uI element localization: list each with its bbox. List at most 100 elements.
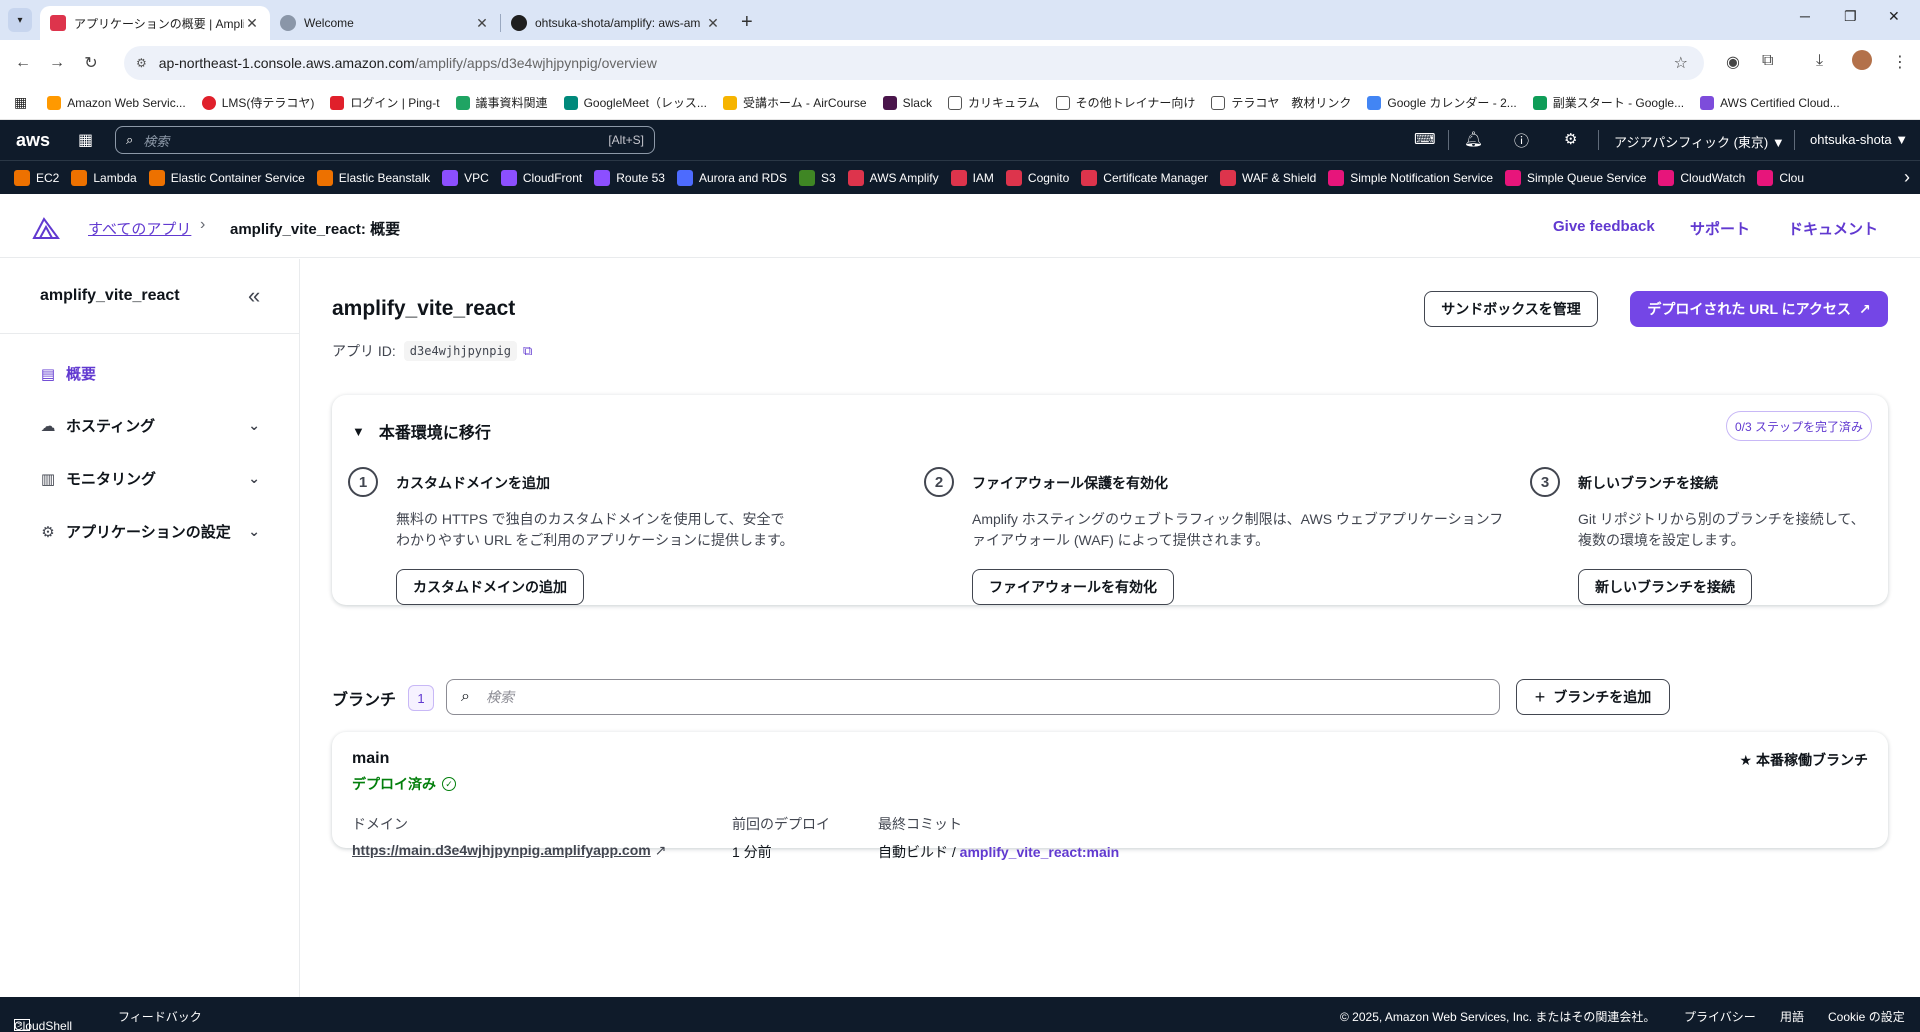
close-icon[interactable]: ✕ (244, 15, 260, 32)
aws-search-input[interactable]: ⌕ 検索 [Alt+S] (115, 126, 655, 154)
service-label: Clou (1779, 170, 1804, 185)
branch-search-input[interactable]: ⌕ 検索 (446, 679, 1500, 715)
minimize-icon[interactable]: ─ (1800, 8, 1810, 24)
browser-tab[interactable]: Welcome ✕ (270, 6, 500, 40)
bookmark-item[interactable]: Slack (882, 95, 932, 110)
breadcrumb-all-apps[interactable]: すべてのアプリ (88, 218, 191, 239)
visit-deployed-url-button[interactable]: デプロイされた URL にアクセス ↗ (1630, 291, 1888, 327)
close-icon[interactable]: ✕ (474, 15, 490, 32)
bookmark-folder[interactable]: カリキュラム (947, 94, 1040, 111)
last-commit-column: 最終コミット 自動ビルド / amplify_vite_react:main (878, 814, 1119, 862)
add-branch-button[interactable]: + ブランチを追加 (1516, 679, 1670, 715)
bookmark-item[interactable]: 副業スタート - Google... (1532, 94, 1684, 111)
bookmark-folder[interactable]: テラコヤ 教材リンク (1211, 94, 1351, 111)
give-feedback-link[interactable]: Give feedback (1553, 218, 1655, 235)
bookmark-star-icon[interactable]: ☆ (1674, 53, 1688, 73)
sidebar-item-app-settings[interactable]: ⚙ アプリケーションの設定 ⌄ (40, 521, 260, 542)
bookmark-item[interactable]: ログイン | Ping-t (330, 94, 440, 111)
screenshot-icon[interactable]: ◉ (1726, 52, 1740, 72)
bookmark-item[interactable]: 議事資料関連 (455, 94, 548, 111)
more-icon[interactable]: ⋮ (1892, 52, 1908, 72)
production-section-toggle[interactable]: ▼ 本番環境に移行 (352, 419, 491, 443)
restore-icon[interactable]: ❐ (1844, 8, 1857, 25)
address-bar[interactable]: ⚙ ap-northeast-1.console.aws.amazon.com/… (124, 46, 1704, 80)
enable-firewall-button[interactable]: ファイアウォールを有効化 (972, 569, 1174, 605)
browser-tab[interactable]: ohtsuka-shota/amplify: aws-am ✕ (501, 6, 731, 40)
new-tab-icon[interactable]: + (741, 11, 753, 34)
help-icon[interactable]: ⓘ (1514, 130, 1529, 151)
chevron-right-icon: › (200, 216, 206, 233)
bookmark-item[interactable]: Amazon Web Servic... (47, 95, 186, 110)
service-shortcut[interactable]: Lambda (71, 169, 137, 186)
service-shortcut[interactable]: Aurora and RDS (676, 169, 787, 186)
sidebar-item-overview[interactable]: ▤ 概要 (40, 363, 260, 384)
folder-icon (947, 95, 962, 110)
bookmark-item[interactable]: LMS(侍テラコヤ) (201, 94, 314, 111)
service-shortcut[interactable]: Cognito (1005, 169, 1069, 186)
service-shortcut[interactable]: Elastic Container Service (148, 169, 305, 186)
bookmark-item[interactable]: AWS Certified Cloud... (1700, 95, 1840, 110)
service-shortcut[interactable]: AWS Amplify (847, 169, 939, 186)
service-shortcut[interactable]: VPC (442, 169, 489, 186)
domain-link[interactable]: https://main.d3e4wjhjpynpig.amplifyapp.c… (352, 842, 651, 858)
scroll-right-icon[interactable]: › (1904, 167, 1910, 188)
cookie-settings-link[interactable]: Cookie の設定 (1828, 1008, 1905, 1025)
aws-logo[interactable]: aws (16, 130, 56, 151)
site-info-icon[interactable]: ⚙ (136, 56, 147, 70)
sidebar-item-hosting[interactable]: ☁︎ ホスティング ⌄ (40, 415, 261, 436)
copy-icon[interactable]: ⧉ (523, 343, 532, 359)
service-shortcut[interactable]: WAF & Shield (1220, 169, 1316, 186)
reload-icon[interactable]: ↻ (74, 53, 108, 73)
browser-tab-active[interactable]: アプリケーションの概要 | Amplify | a ✕ (40, 6, 270, 40)
download-icon[interactable]: ⤓ (1816, 52, 1823, 70)
amplify-logo-icon[interactable] (32, 216, 60, 240)
step-description: 無料の HTTPS で独自のカスタムドメインを使用して、安全でわかりやすい UR… (396, 511, 794, 548)
forward-icon[interactable]: → (40, 54, 74, 72)
back-icon[interactable]: ← (6, 54, 40, 72)
tab-search-button[interactable]: ▾ (8, 8, 32, 32)
support-link[interactable]: サポート (1690, 218, 1750, 239)
gear-icon[interactable]: ⚙ (1564, 130, 1577, 148)
service-shortcut[interactable]: Elastic Beanstalk (316, 169, 430, 186)
bookmark-item[interactable]: GoogleMeet（レッス... (563, 94, 707, 111)
collapse-sidebar-icon[interactable]: « (248, 283, 260, 309)
feedback-footer-link[interactable]: フィードバック (118, 1008, 202, 1025)
service-icon (500, 169, 517, 186)
close-icon[interactable]: ✕ (705, 15, 721, 32)
extensions-icon[interactable]: ⧉ (1762, 52, 1773, 70)
service-shortcut[interactable]: Certificate Manager (1081, 169, 1208, 186)
apps-grid-icon[interactable]: ▦ (14, 94, 27, 111)
docs-link[interactable]: ドキュメント (1788, 218, 1878, 239)
manage-sandbox-button[interactable]: サンドボックスを管理 (1424, 291, 1598, 327)
privacy-link[interactable]: プライバシー (1684, 1008, 1756, 1025)
profile-avatar[interactable] (1852, 50, 1872, 70)
bookmark-folder[interactable]: その他トレイナー向け (1055, 94, 1195, 111)
service-shortcut[interactable]: Route 53 (594, 169, 665, 186)
service-shortcut[interactable]: CloudWatch (1658, 169, 1745, 186)
service-shortcut[interactable]: EC2 (14, 169, 59, 186)
cloudshell-icon[interactable]: ⌨ (1414, 130, 1436, 148)
region-selector[interactable]: アジアパシフィック (東京) ▼ (1614, 132, 1785, 151)
sidebar-item-monitoring[interactable]: ▥ モニタリング ⌄ (40, 468, 260, 489)
service-label: S3 (820, 170, 836, 185)
bookmark-item[interactable]: 受講ホーム - AirCourse (722, 94, 867, 111)
window-close-icon[interactable]: ✕ (1888, 8, 1900, 25)
amplify-header: すべてのアプリ › amplify_vite_react: 概要 Give fe… (0, 194, 1920, 258)
service-shortcut[interactable]: Clou (1757, 169, 1804, 186)
production-title: 本番環境に移行 (378, 425, 491, 442)
service-shortcut[interactable]: S3 (798, 169, 836, 186)
last-commit-link[interactable]: amplify_vite_react:main (960, 844, 1120, 860)
service-shortcut[interactable]: Simple Queue Service (1505, 169, 1646, 186)
service-shortcut[interactable]: IAM (950, 169, 994, 186)
bell-icon[interactable]: 🔔︎ (1464, 130, 1483, 148)
branch-name[interactable]: main (352, 750, 389, 768)
service-shortcut[interactable]: Simple Notification Service (1328, 169, 1493, 186)
bookmark-item[interactable]: Google カレンダー - 2... (1367, 94, 1517, 111)
add-custom-domain-button[interactable]: カスタムドメインの追加 (396, 569, 584, 605)
account-menu[interactable]: ohtsuka-shota ▼ (1810, 132, 1908, 147)
service-shortcut[interactable]: CloudFront (500, 169, 582, 186)
service-label: Simple Notification Service (1350, 170, 1493, 185)
services-menu-icon[interactable]: ▦ (78, 130, 93, 150)
terms-link[interactable]: 用語 (1780, 1008, 1804, 1025)
connect-new-branch-button[interactable]: 新しいブランチを接続 (1578, 569, 1752, 605)
